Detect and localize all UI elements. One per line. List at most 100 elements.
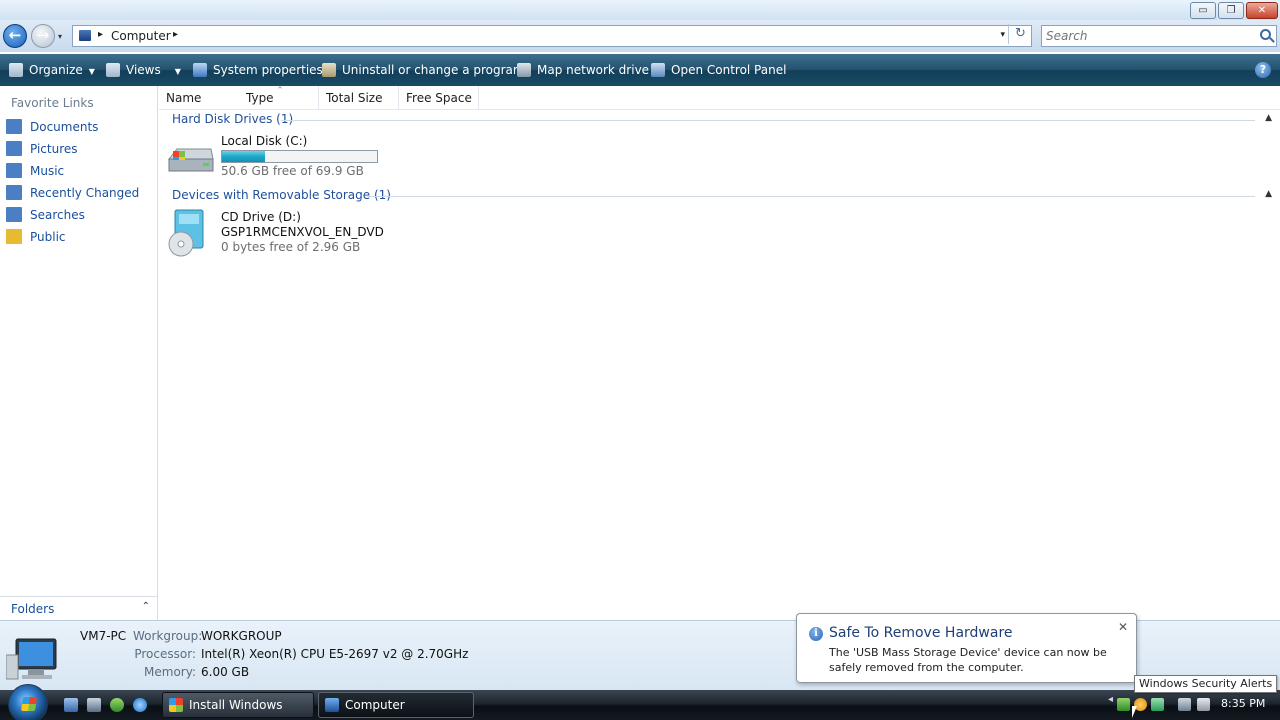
column-header-total-size[interactable]: Total Size [319,86,399,110]
recent-pages-dropdown[interactable]: ▾ [58,32,62,41]
hard-drive-icon [167,148,214,172]
favorite-links-title: Favorite Links [11,96,94,110]
back-button[interactable]: ← [3,24,27,48]
system-properties-label: System properties [213,63,323,77]
disk-usage-bar [221,150,378,163]
start-button[interactable] [8,684,48,720]
command-bar: Organize ▼ Views ▼ System properties Unins… [0,54,1280,86]
views-icon [106,63,120,77]
drive-free-space: 50.6 GB free of 69.9 GB [221,164,364,178]
search-icon[interactable] [1260,29,1271,40]
sidebar-item-label: Documents [30,120,99,134]
help-icon: ? [1259,63,1267,76]
address-dropdown-icon[interactable]: ▾ [1000,30,1005,40]
breadcrumb-chevron-icon[interactable]: ▸ [173,29,178,40]
recently-changed-icon [6,185,22,200]
searches-icon [6,207,22,222]
refresh-button[interactable]: ↻ [1008,24,1032,44]
close-icon[interactable]: ✕ [1118,620,1128,634]
back-arrow-icon: ← [8,26,22,44]
organize-button[interactable]: Organize ▼ [9,54,95,86]
safely-remove-hardware-icon[interactable] [1117,698,1130,711]
sidebar-item-searches[interactable]: Searches [6,206,85,224]
file-list-pane: Name Type ^ Total Size Free Space Hard D… [159,86,1280,620]
search-input[interactable] [1046,28,1246,44]
sidebar-item-recently-changed[interactable]: Recently Changed [6,184,139,202]
switch-windows-icon[interactable] [87,698,101,712]
views-label: Views [126,63,161,77]
notification-balloon[interactable]: i Safe To Remove Hardware ✕ The 'USB Mas… [796,613,1137,683]
computer-name: VM7-PC [80,629,127,643]
window-titlebar: ▭ ❐ ✕ [0,0,1280,20]
folders-label: Folders [11,602,55,616]
volume-icon[interactable] [1197,698,1210,711]
map-network-drive-button[interactable]: Map network drive [517,54,649,86]
taskbar-button-install-windows[interactable]: Install Windows [162,692,314,718]
network-drive-icon [517,63,531,77]
processor-value: Intel(R) Xeon(R) CPU E5-2697 v2 @ 2.70GH… [201,647,469,661]
uninstall-program-button[interactable]: Uninstall or change a program [322,54,525,86]
collapse-icon[interactable]: ▲ [1265,113,1272,123]
address-bar[interactable]: ▸ Computer ▸ ▾ [72,25,1032,47]
show-desktop-icon[interactable] [64,698,78,712]
breadcrumb-chevron-icon[interactable]: ▸ [98,29,103,40]
drive-free-space: 0 bytes free of 2.96 GB [221,240,361,254]
breadcrumb-computer[interactable]: Computer [111,29,171,43]
clock[interactable]: 8:35 PM [1221,697,1265,710]
sidebar-item-documents[interactable]: Documents [6,118,98,136]
organize-icon [9,63,23,77]
tray-tooltip: Windows Security Alerts [1134,675,1278,693]
workgroup-value: WORKGROUP [201,629,282,643]
sidebar-item-pictures[interactable]: Pictures [6,140,78,158]
sidebar-item-public[interactable]: Public [6,228,66,246]
windows-update-icon[interactable] [1151,698,1164,711]
computer-icon [6,638,57,680]
documents-icon [6,119,22,134]
sidebar-item-label: Public [30,230,66,244]
maximize-button[interactable]: ❐ [1218,2,1244,19]
folder-icon [6,229,22,244]
refresh-icon: ↻ [1015,26,1026,41]
sidebar-item-label: Recently Changed [30,186,140,200]
internet-explorer-icon[interactable] [133,698,147,712]
drive-name: CD Drive (D:) [221,210,301,224]
open-control-panel-button[interactable]: Open Control Panel [651,54,786,86]
column-header-free-space[interactable]: Free Space [399,86,479,110]
sort-ascending-icon: ^ [277,86,283,94]
disk-usage-fill [222,151,265,162]
system-properties-button[interactable]: System properties [193,54,323,86]
drive-volume-label: GSP1RMCENXVOL_EN_DVD [221,225,384,239]
drive-name: Local Disk (C:) [221,134,308,148]
views-button[interactable]: Views ▼ [106,54,181,86]
sidebar-item-label: Searches [30,208,85,222]
windows-setup-icon [169,698,183,712]
task-label: Computer [345,698,405,712]
folders-toggle[interactable]: Folders ⌃ [0,596,158,620]
media-player-icon[interactable] [110,698,124,712]
navigation-pane: Favorite Links Documents Pictures Music … [0,86,158,620]
collapse-icon[interactable]: ▲ [1265,189,1272,199]
taskbar-button-computer[interactable]: Computer [318,692,474,718]
group-divider [281,120,1255,121]
group-header-hard-disks[interactable]: Hard Disk Drives (1) [172,112,293,128]
network-icon[interactable] [1178,698,1191,711]
sidebar-item-label: Pictures [30,142,78,156]
task-label: Install Windows [189,698,283,712]
open-control-panel-label: Open Control Panel [671,63,787,77]
search-box[interactable] [1041,25,1277,47]
sidebar-item-music[interactable]: Music [6,162,64,180]
chevron-up-icon: ⌃ [141,601,150,612]
system-properties-icon [193,63,207,77]
column-header-name[interactable]: Name [159,86,241,110]
balloon-title: Safe To Remove Hardware [829,625,1013,641]
minimize-button[interactable]: ▭ [1190,2,1216,19]
uninstall-icon [322,63,336,77]
chevron-down-icon: ▼ [174,67,181,76]
forward-button[interactable]: → [31,24,55,48]
tray-expand-icon[interactable]: ◂ [1108,694,1113,705]
help-button[interactable]: ? [1255,62,1271,78]
sidebar-item-label: Music [30,164,65,178]
close-button[interactable]: ✕ [1246,2,1278,19]
group-header-removable[interactable]: Devices with Removable Storage (1) [172,188,391,204]
cd-drive-icon [168,209,204,257]
